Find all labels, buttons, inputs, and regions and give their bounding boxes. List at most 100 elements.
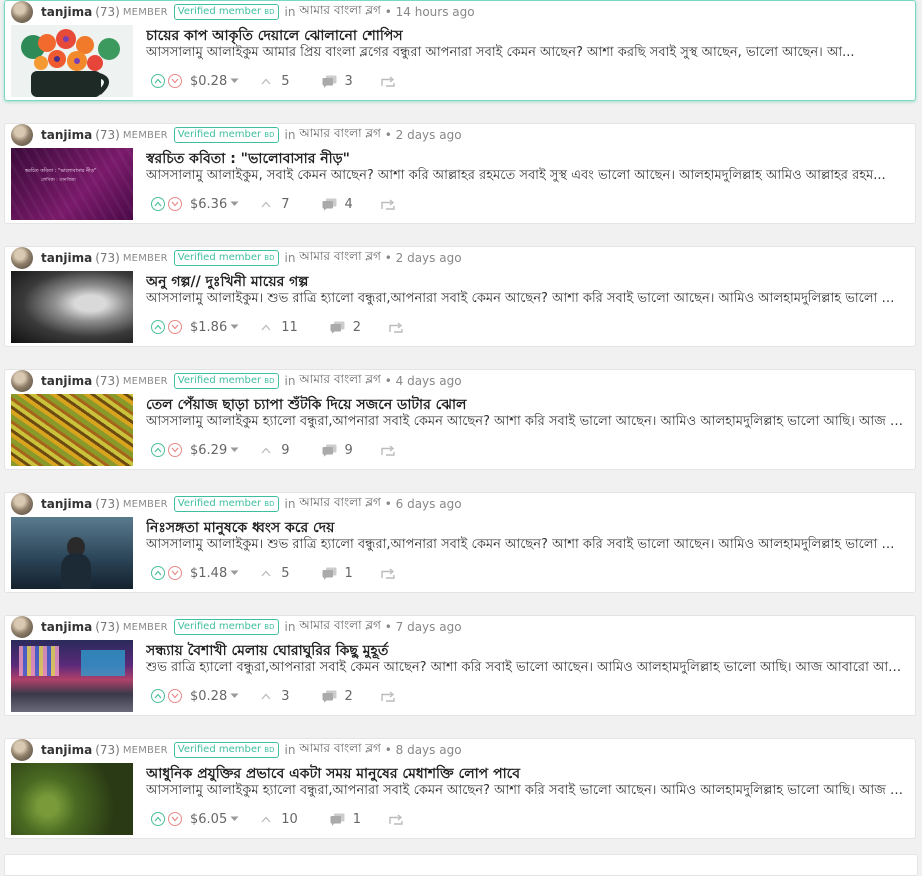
next-post-card[interactable] — [4, 854, 918, 876]
payout-value[interactable]: $6.05 — [190, 812, 227, 827]
downvote-button[interactable] — [168, 74, 182, 88]
downvote-button[interactable] — [168, 320, 182, 334]
payout-menu-button[interactable] — [230, 816, 239, 822]
resteem-button[interactable] — [389, 813, 403, 825]
meta-dot: • — [384, 620, 392, 634]
author-name[interactable]: tanjima — [41, 251, 92, 265]
post-thumbnail[interactable] — [11, 394, 133, 466]
voters-button[interactable]: 10 — [261, 812, 298, 827]
author-name[interactable]: tanjima — [41, 620, 92, 634]
voters-button[interactable]: 11 — [261, 320, 298, 335]
author-reputation: (73) — [95, 251, 120, 265]
author-name[interactable]: tanjima — [41, 497, 92, 511]
upvote-button[interactable] — [151, 812, 165, 826]
downvote-button[interactable] — [168, 566, 182, 580]
comments-button[interactable]: 9 — [322, 443, 353, 458]
voters-button[interactable]: 9 — [261, 443, 290, 458]
upvote-button[interactable] — [151, 689, 165, 703]
payout-menu-button[interactable] — [230, 78, 239, 84]
community-link[interactable]: আমার বাংলা ব্লগ — [299, 371, 381, 391]
resteem-button[interactable] — [389, 321, 403, 333]
author-name[interactable]: tanjima — [41, 374, 92, 388]
payout-menu-button[interactable] — [230, 570, 239, 576]
comments-button[interactable]: 1 — [330, 812, 361, 827]
post-summary[interactable]: আসসালামু আলাইকুম হ্যালো বন্ধুরা,আপনারা স… — [146, 412, 907, 433]
author-role: MEMBER — [122, 498, 168, 510]
downvote-button[interactable] — [168, 443, 182, 457]
post-card[interactable]: tanjima (73) MEMBER Verified member BD i… — [4, 246, 916, 347]
author-name[interactable]: tanjima — [41, 743, 92, 757]
post-summary[interactable]: আসসালামু আলাইকুম আমার প্রিয় বাংলা ব্লগে… — [146, 43, 907, 64]
post-thumbnail[interactable] — [11, 763, 133, 835]
downvote-button[interactable] — [168, 689, 182, 703]
community-link[interactable]: আমার বাংলা ব্লগ — [299, 2, 381, 22]
payout-menu-button[interactable] — [230, 447, 239, 453]
post-card[interactable]: tanjima (73) MEMBER Verified member BD i… — [4, 123, 916, 224]
verified-badge-suffix: BD — [264, 746, 275, 754]
payout-value[interactable]: $6.29 — [190, 443, 227, 458]
resteem-button[interactable] — [381, 567, 395, 579]
community-link[interactable]: আমার বাংলা ব্লগ — [299, 494, 381, 514]
voters-button[interactable]: 7 — [261, 197, 290, 212]
community-link[interactable]: আমার বাংলা ব্লগ — [299, 617, 381, 637]
post-summary[interactable]: আসসালামু আলাইকুম, সবাই কেমন আছেন? আশা কর… — [146, 166, 907, 187]
resteem-button[interactable] — [381, 75, 395, 87]
post-card[interactable]: tanjima (73) MEMBER Verified member BD i… — [4, 369, 916, 470]
post-thumbnail[interactable]: স্বরচিত কবিতা : "ভালোবাসার নীড়" লেখিকা :… — [11, 148, 133, 220]
comments-button[interactable]: 1 — [322, 566, 353, 581]
post-card[interactable]: tanjima (73) MEMBER Verified member BD i… — [4, 738, 916, 839]
author-avatar[interactable] — [11, 247, 33, 269]
verified-badge-suffix: BD — [264, 377, 275, 385]
resteem-icon — [381, 198, 395, 210]
downvote-button[interactable] — [168, 197, 182, 211]
author-avatar[interactable] — [11, 370, 33, 392]
upvote-button[interactable] — [151, 443, 165, 457]
community-link[interactable]: আমার বাংলা ব্লগ — [299, 248, 381, 268]
post-card[interactable]: tanjima (73) MEMBER Verified member BD i… — [4, 615, 916, 716]
upvote-button[interactable] — [151, 320, 165, 334]
community-link[interactable]: আমার বাংলা ব্লগ — [299, 740, 381, 760]
payout-value[interactable]: $0.28 — [190, 74, 227, 89]
comments-button[interactable]: 4 — [322, 197, 353, 212]
upvote-button[interactable] — [151, 74, 165, 88]
upvote-button[interactable] — [151, 197, 165, 211]
author-name[interactable]: tanjima — [41, 128, 92, 142]
voters-button[interactable]: 3 — [261, 689, 290, 704]
post-summary[interactable]: আসসালামু আলাইকুম। শুভ রাত্রি হ্যালো বন্ধ… — [146, 289, 907, 310]
downvote-button[interactable] — [168, 812, 182, 826]
payout-menu-button[interactable] — [230, 201, 239, 207]
author-avatar[interactable] — [11, 1, 33, 23]
resteem-button[interactable] — [381, 198, 395, 210]
payout-value[interactable]: $6.36 — [190, 197, 227, 212]
post-card[interactable]: tanjima (73) MEMBER Verified member BD i… — [4, 492, 916, 593]
author-role: MEMBER — [122, 621, 168, 633]
payout-value[interactable]: $1.86 — [190, 320, 227, 335]
payout-value[interactable]: $0.28 — [190, 689, 227, 704]
comments-button[interactable]: 3 — [322, 74, 353, 89]
resteem-button[interactable] — [381, 690, 395, 702]
upvote-button[interactable] — [151, 566, 165, 580]
post-thumbnail[interactable] — [11, 640, 133, 712]
post-thumbnail[interactable] — [11, 517, 133, 589]
author-avatar[interactable] — [11, 616, 33, 638]
author-avatar[interactable] — [11, 124, 33, 146]
payout-menu-button[interactable] — [230, 693, 239, 699]
post-thumbnail[interactable] — [11, 25, 133, 97]
voters-button[interactable]: 5 — [261, 74, 290, 89]
comments-button[interactable]: 2 — [330, 320, 361, 335]
post-summary[interactable]: আসসালামু আলাইকুম। শুভ রাত্রি হ্যালো বন্ধ… — [146, 535, 907, 556]
payout-menu-button[interactable] — [230, 324, 239, 330]
comments-button[interactable]: 2 — [322, 689, 353, 704]
voters-button[interactable]: 5 — [261, 566, 290, 581]
community-link[interactable]: আমার বাংলা ব্লগ — [299, 125, 381, 145]
author-name[interactable]: tanjima — [41, 5, 92, 19]
author-avatar[interactable] — [11, 739, 33, 761]
post-summary[interactable]: শুভ রাত্রি হ্যালো বন্ধুরা,আপনারা সবাই কে… — [146, 658, 907, 679]
poem-image: স্বরচিত কবিতা : "ভালোবাসার নীড়" লেখিকা :… — [11, 148, 133, 220]
post-summary[interactable]: আসসালামু আলাইকুম হ্যালো বন্ধুরা,আপনারা স… — [146, 781, 907, 802]
post-card[interactable]: tanjima (73) MEMBER Verified member BD i… — [4, 0, 916, 101]
resteem-button[interactable] — [381, 444, 395, 456]
post-thumbnail[interactable] — [11, 271, 133, 343]
author-avatar[interactable] — [11, 493, 33, 515]
payout-value[interactable]: $1.48 — [190, 566, 227, 581]
